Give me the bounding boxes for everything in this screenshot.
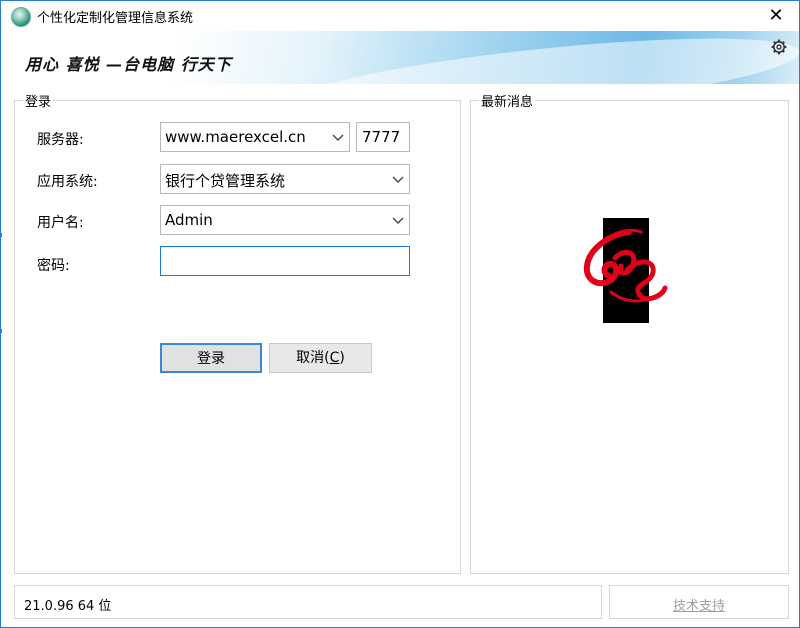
tech-support-link[interactable]: 技术支持 [610, 595, 788, 614]
app-system-select[interactable]: 银行个贷管理系统 [160, 164, 410, 194]
gear-icon[interactable] [771, 39, 787, 55]
password-input[interactable] [160, 246, 410, 276]
globe-icon [11, 7, 31, 27]
brand-logo-mark [583, 228, 668, 303]
app-system-label: 应用系统: [37, 174, 98, 190]
app-system-value: 银行个贷管理系统 [165, 172, 286, 190]
chevron-down-icon [332, 134, 344, 141]
login-window: 个性化定制化管理信息系统 ✕ 用心 喜悦 —台电脑 行天下 登录 服务器: ww… [0, 0, 800, 628]
support-panel: 技术支持 [609, 585, 789, 619]
banner: 用心 喜悦 —台电脑 行天下 [1, 31, 799, 84]
username-select[interactable]: Admin [160, 205, 410, 235]
port-field[interactable] [357, 123, 409, 151]
password-field[interactable] [161, 247, 409, 275]
login-legend: 登录 [23, 91, 54, 110]
window-edge-marker [0, 233, 2, 237]
close-button[interactable]: ✕ [753, 1, 799, 31]
news-legend: 最新消息 [479, 91, 536, 110]
cancel-button-suffix: ) [339, 350, 345, 366]
chevron-down-icon [392, 176, 404, 183]
password-label: 密码: [37, 258, 70, 274]
server-value: www.maerexcel.cn [165, 128, 306, 146]
username-label: 用户名: [37, 215, 84, 231]
cancel-button-prefix: 取消( [296, 350, 330, 366]
port-input[interactable] [356, 122, 410, 152]
brand-logo [583, 218, 668, 323]
slogan: 用心 喜悦 —台电脑 行天下 [25, 55, 232, 74]
window-title: 个性化定制化管理信息系统 [37, 11, 194, 26]
login-group: 登录 服务器: www.maerexcel.cn 应用系统: 银行个贷管理系统 … [14, 91, 461, 574]
server-label: 服务器: [37, 132, 84, 148]
close-icon: ✕ [768, 5, 784, 26]
cancel-button[interactable]: 取消(C) [269, 343, 372, 373]
status-bar: 21.0.96 64 位 [14, 585, 602, 619]
login-button[interactable]: 登录 [160, 343, 262, 373]
username-value: Admin [165, 211, 213, 229]
banner-wave-decoration [279, 31, 799, 84]
title-bar[interactable]: 个性化定制化管理信息系统 ✕ [1, 1, 799, 31]
cancel-button-accelerator: C [329, 350, 340, 366]
server-select[interactable]: www.maerexcel.cn [160, 122, 350, 152]
version-text: 21.0.96 64 位 [24, 599, 112, 614]
news-group: 最新消息 [470, 91, 789, 574]
window-edge-marker [0, 329, 2, 333]
chevron-down-icon [392, 217, 404, 224]
